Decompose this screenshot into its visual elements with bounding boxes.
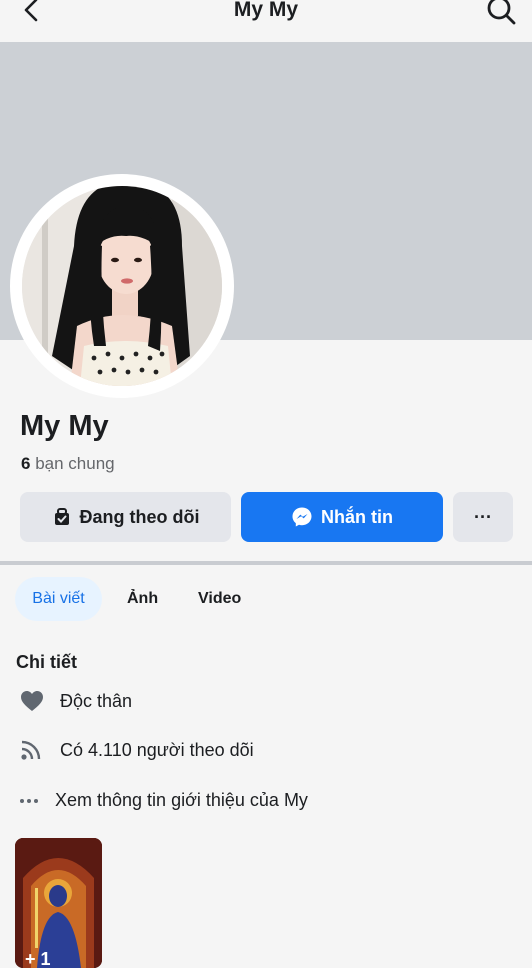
messenger-icon [292,507,312,527]
avatar-image [22,186,222,386]
profile-name: My My [20,410,109,442]
more-horizontal-icon [20,799,38,803]
avatar[interactable] [22,186,222,386]
tab-photos[interactable]: Ảnh [127,577,158,621]
relationship-row: Độc thân [0,686,532,716]
details-heading: Chi tiết [16,652,77,672]
top-bar: My My [0,0,532,42]
more-dots-icon: ··· [474,506,492,527]
see-about-row[interactable]: Xem thông tin giới thiệu của My [0,785,532,815]
mutual-friends-count: 6 [21,454,31,473]
see-about-link[interactable]: Xem thông tin giới thiệu của My [55,785,308,815]
rss-feed-icon [21,740,41,760]
followers-count: Có 4.110 người theo dõi [60,740,254,760]
more-options-button[interactable]: ··· [453,492,513,542]
following-button[interactable]: Đang theo dõi [20,492,231,542]
message-button[interactable]: Nhắn tin [241,492,443,542]
photo-count-label: + 1 [25,949,51,968]
user-check-icon [54,508,69,525]
following-button-label: Đang theo dõi [79,506,200,527]
relationship-status: Độc thân [60,691,133,711]
followers-row: Có 4.110 người theo dõi [0,735,532,765]
search-icon [487,0,516,25]
search-button[interactable] [484,0,518,28]
heart-icon [21,691,43,711]
mutual-friends-label: bạn chung [35,454,115,473]
page-title: My My [233,0,299,21]
tab-videos[interactable]: Video [198,577,241,621]
message-button-label: Nhắn tin [321,506,393,527]
featured-photo[interactable]: + 1 [15,838,102,968]
section-divider [0,561,532,565]
mutual-friends[interactable]: 6 bạn chung [21,454,115,474]
tab-posts[interactable]: Bài viết [15,577,102,621]
